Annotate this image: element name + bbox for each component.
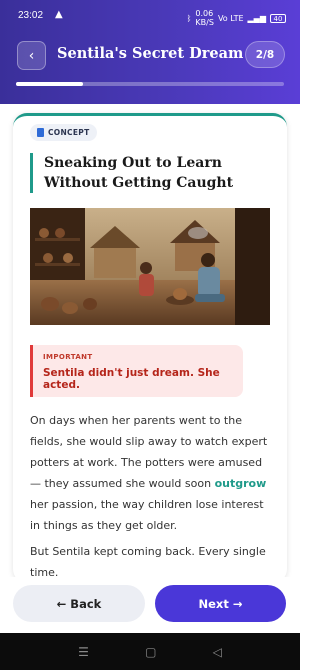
bottom-navigation: ← Back Next → — [0, 577, 300, 633]
callout-label: IMPORTANT — [43, 353, 93, 361]
book-icon — [37, 128, 44, 137]
body-paragraph: On days when her parents went to the fie… — [30, 414, 268, 532]
progress-bar — [16, 82, 284, 86]
network-label: Vo LTE — [217, 13, 244, 23]
page-indicator: 2/8 — [245, 41, 285, 68]
next-button[interactable]: Next → — [155, 585, 286, 622]
header-back-button[interactable]: ‹ — [17, 41, 46, 70]
status-icons: ᛒ 0.06 KB/S Vo LTE ▂▄▆ 40 — [187, 9, 286, 27]
home-icon[interactable]: ▢ — [145, 645, 156, 659]
chevron-left-icon: ‹ — [28, 47, 35, 64]
warning-icon: ▲ — [55, 9, 63, 20]
battery-icon: 40 — [270, 13, 286, 23]
header-bar: 23:02 ▲ ᛒ 0.06 KB/S Vo LTE ▂▄▆ 40 ‹ Senti… — [0, 0, 300, 104]
progress-fill — [16, 82, 83, 86]
status-time: 23:02 — [18, 10, 44, 21]
back-button[interactable]: ← Back — [13, 585, 145, 622]
highlighted-word[interactable]: outgrow — [215, 477, 267, 490]
back-triangle-icon[interactable]: ◁ — [213, 645, 222, 659]
callout-text: Sentila didn't just dream. She acted. — [43, 367, 220, 391]
concept-tag: CONCEPT — [30, 124, 97, 141]
recents-icon[interactable]: ☰ — [78, 645, 89, 659]
signal-icon: ▂▄▆ — [247, 13, 266, 23]
status-bar: 23:02 ▲ ᛒ 0.06 KB/S Vo LTE ▂▄▆ 40 — [0, 0, 300, 30]
data-speed: 0.06 KB/S — [195, 9, 214, 27]
section-title: Sneaking Out to Learn Without Getting Ca… — [30, 153, 275, 193]
tag-label: CONCEPT — [48, 128, 90, 137]
content-card: CONCEPT Sneaking Out to Learn Without Ge… — [13, 113, 287, 583]
bluetooth-icon: ᛒ — [186, 13, 192, 23]
important-callout: IMPORTANT Sentila didn't just dream. She… — [30, 345, 243, 397]
page-title: Sentila's Secret Dream — [57, 45, 244, 62]
story-illustration — [30, 208, 270, 325]
system-navigation-bar: ☰ ▢ ◁ — [0, 633, 300, 670]
